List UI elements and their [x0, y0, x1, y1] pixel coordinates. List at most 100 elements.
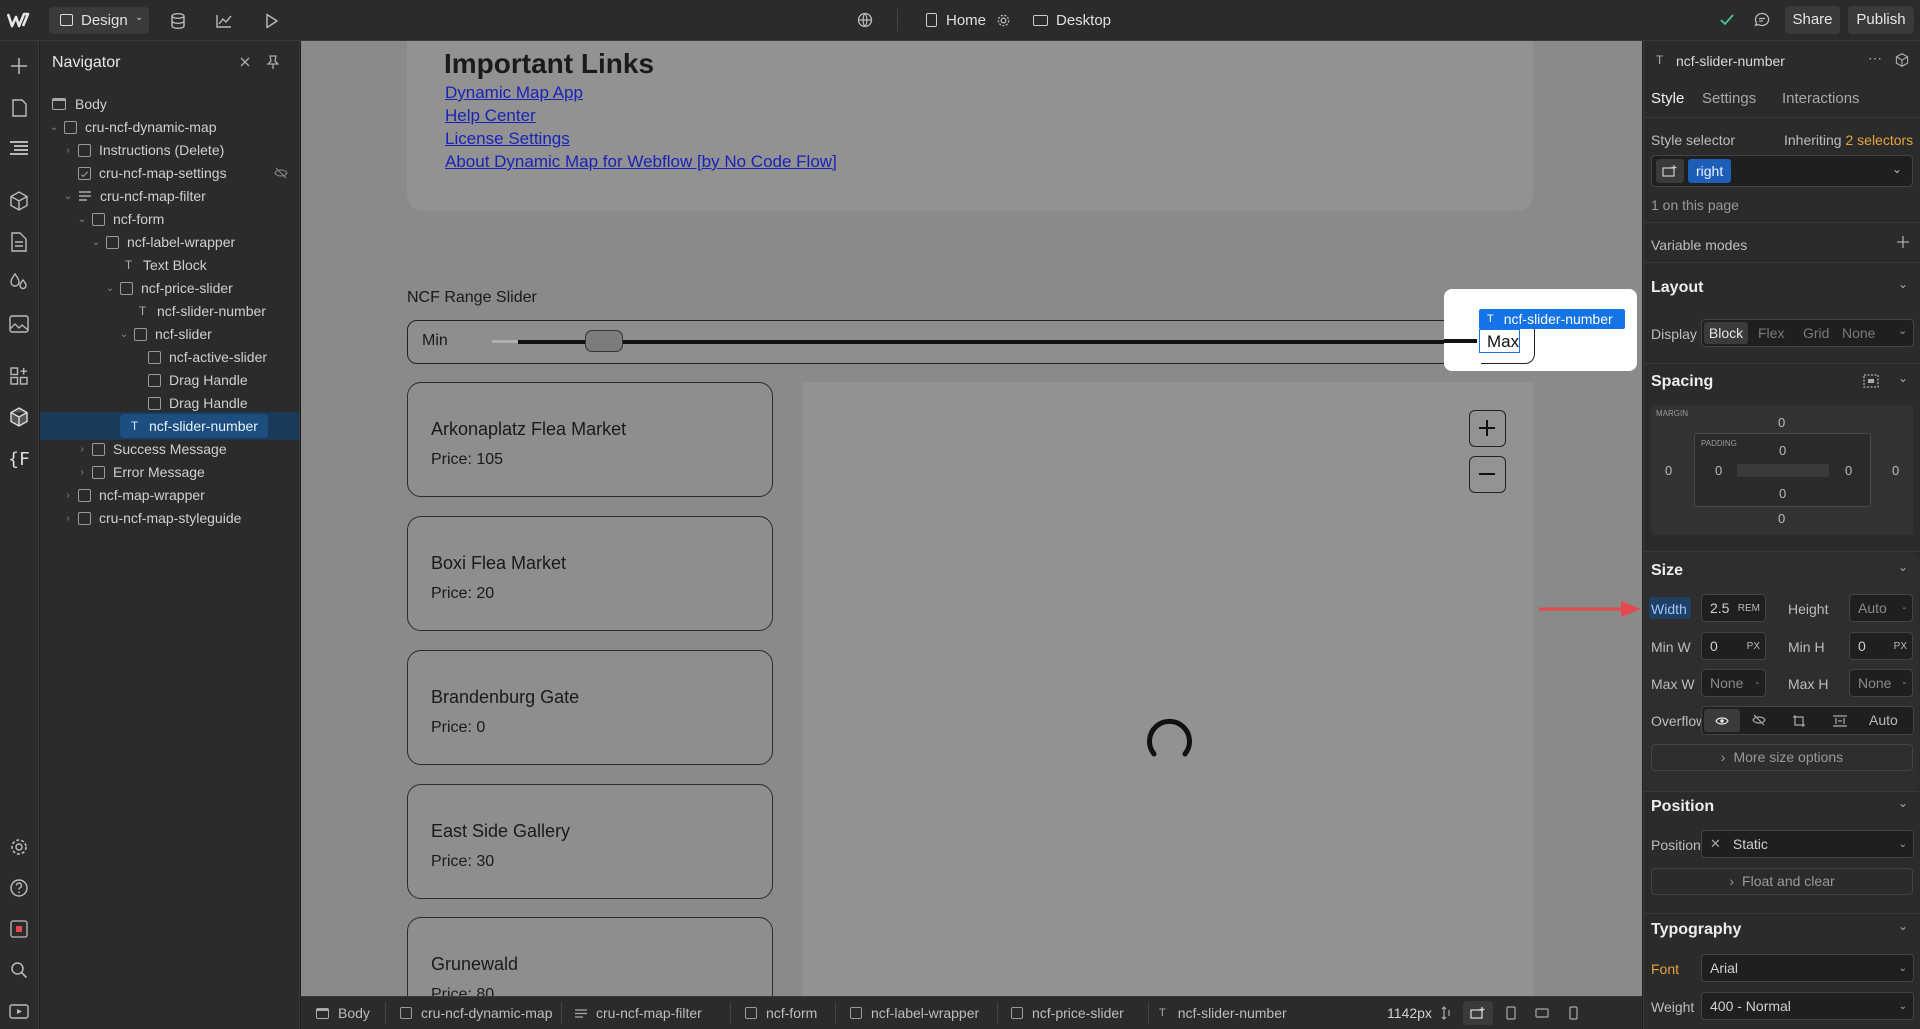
pin-icon[interactable] [264, 53, 282, 71]
float-and-clear-button[interactable]: › Float and clear [1651, 868, 1913, 895]
max-height-input[interactable]: None - [1849, 669, 1913, 697]
chevron-down-icon[interactable]: ⌄ [1898, 371, 1908, 385]
chevron-down-icon[interactable]: ⌄ [104, 283, 116, 294]
navigator-layers-icon[interactable] [8, 137, 30, 159]
libraries-cube-icon[interactable] [8, 406, 30, 428]
chevron-right-icon[interactable]: › [62, 513, 74, 524]
width-input[interactable]: 2.5 REM [1701, 594, 1766, 622]
chevron-right-icon[interactable]: › [76, 444, 88, 455]
width-unit[interactable]: REM [1738, 603, 1760, 614]
publish-button[interactable]: Publish [1848, 6, 1914, 34]
chevron-down-icon[interactable]: ⌄ [48, 122, 60, 133]
variables-icon[interactable] [8, 231, 30, 253]
overflow-clip-icon[interactable] [1832, 714, 1848, 728]
settings-gear-icon[interactable] [8, 836, 30, 858]
chevron-right-icon[interactable]: › [62, 490, 74, 501]
chevron-down-icon[interactable]: ⌄ [62, 191, 74, 202]
search-icon[interactable] [8, 959, 30, 981]
design-canvas[interactable]: Important Links Dynamic Map App Help Cen… [301, 41, 1642, 996]
chevron-down-icon[interactable]: ⌄ [118, 329, 130, 340]
margin-right-value[interactable]: 0 [1892, 463, 1899, 478]
style-drops-icon[interactable] [8, 271, 30, 293]
components-cube-icon[interactable] [1895, 53, 1909, 67]
display-grid-option[interactable]: Grid [1803, 325, 1829, 341]
location-card[interactable]: Brandenburg Gate Price: 0 [407, 650, 773, 765]
help-question-icon[interactable] [8, 877, 30, 899]
range-slider[interactable]: Min [407, 320, 1535, 364]
record-stop-icon[interactable] [8, 918, 30, 940]
spacing-preset-icon[interactable] [1862, 372, 1880, 390]
add-element-plus-icon[interactable] [8, 55, 30, 77]
components-cube-icon[interactable] [8, 190, 30, 212]
breadcrumb-ncf-label-wrapper[interactable]: ncf-label-wrapper [850, 1005, 979, 1021]
webflow-logo-icon[interactable] [6, 10, 32, 30]
width-label[interactable]: Width [1651, 601, 1687, 617]
slider-max-number[interactable]: Max [1479, 329, 1520, 353]
chevron-down-icon[interactable]: ⌄ [1898, 277, 1908, 291]
location-card[interactable]: Grunewald Price: 80 [407, 917, 773, 996]
page-settings-gear-icon[interactable] [993, 10, 1013, 30]
size-section-title[interactable]: Size [1651, 562, 1683, 580]
min-width-unit[interactable]: PX [1747, 641, 1760, 652]
chevron-down-icon[interactable]: ⌄ [1898, 796, 1908, 810]
more-size-options-button[interactable]: › More size options [1651, 744, 1913, 771]
overflow-hidden-eye-icon[interactable] [1752, 714, 1766, 726]
zoom-in-button[interactable] [1469, 410, 1506, 447]
overflow-scroll-icon[interactable] [1792, 714, 1806, 728]
location-card[interactable]: Arkonaplatz Flea Market Price: 105 [407, 382, 773, 497]
overflow-auto-option[interactable]: Auto [1869, 712, 1898, 728]
link-help-center[interactable]: Help Center [445, 106, 536, 126]
typography-section-title[interactable]: Typography [1651, 921, 1741, 939]
breakpoint-mobile-landscape-icon[interactable] [1535, 1008, 1549, 1018]
zoom-out-button[interactable] [1469, 456, 1506, 493]
cms-database-icon[interactable] [168, 11, 188, 31]
breadcrumb-cru-ncf-map-filter[interactable]: cru-ncf-map-filter [575, 1005, 702, 1021]
location-card[interactable]: Boxi Flea Market Price: 20 [407, 516, 773, 631]
tab-style[interactable]: Style [1651, 90, 1684, 107]
selector-state-icon[interactable] [1656, 159, 1684, 183]
apps-grid-icon[interactable] [8, 365, 30, 387]
min-height-input[interactable]: 0 PX [1849, 632, 1913, 660]
chevron-down-icon[interactable]: ⌄ [1892, 162, 1902, 176]
padding-bottom-value[interactable]: 0 [1779, 486, 1786, 501]
max-width-input[interactable]: None - [1701, 669, 1766, 697]
position-section-title[interactable]: Position [1651, 798, 1714, 816]
breadcrumb-cru-ncf-dynamic-map[interactable]: cru-ncf-dynamic-map [400, 1005, 552, 1021]
breadcrumb-ncf-form[interactable]: ncf-form [745, 1005, 817, 1021]
chevron-right-icon[interactable]: › [62, 145, 74, 156]
breakpoint-mobile-portrait-icon[interactable] [1569, 1006, 1578, 1020]
height-input[interactable]: Auto - [1849, 594, 1913, 622]
selector-chip[interactable]: right [1688, 159, 1732, 183]
tree-item-cru-ncf-map-styleguide[interactable]: › cru-ncf-map-styleguide [40, 504, 299, 532]
canvas-width-readout[interactable]: 1142px [1387, 1005, 1432, 1021]
layout-section-title[interactable]: Layout [1651, 279, 1703, 297]
font-select[interactable]: Arial ⌄ [1701, 954, 1914, 982]
video-tutorials-icon[interactable] [8, 999, 30, 1021]
link-about-dynamic-map[interactable]: About Dynamic Map for Webflow [by No Cod… [445, 152, 837, 172]
weight-select[interactable]: 400 - Normal ⌄ [1701, 992, 1914, 1020]
inheriting-info[interactable]: Inheriting 2 selectors [1784, 132, 1913, 148]
pages-icon[interactable] [8, 97, 30, 119]
margin-top-value[interactable]: 0 [1778, 415, 1785, 430]
chevron-down-icon[interactable]: ⌄ [76, 214, 88, 225]
padding-top-value[interactable]: 0 [1779, 443, 1786, 458]
position-select[interactable]: ✕ Static ⌄ [1701, 830, 1914, 858]
share-button[interactable]: Share [1785, 6, 1840, 34]
code-braces-icon[interactable]: {F [6, 448, 32, 470]
margin-bottom-value[interactable]: 0 [1778, 511, 1785, 526]
chevron-down-icon[interactable]: ⌄ [1898, 560, 1908, 574]
tab-interactions[interactable]: Interactions [1782, 90, 1860, 107]
analytics-chart-icon[interactable] [214, 11, 234, 31]
margin-left-value[interactable]: 0 [1665, 463, 1672, 478]
chevron-right-icon[interactable]: › [76, 467, 88, 478]
preview-play-icon[interactable] [262, 11, 282, 31]
assets-image-icon[interactable] [8, 313, 30, 335]
selector-input[interactable]: right ⌄ [1651, 155, 1913, 187]
map-container[interactable] [802, 382, 1534, 996]
link-dynamic-map-app[interactable]: Dynamic Map App [445, 83, 583, 103]
chevron-down-icon[interactable]: ⌄ [1898, 324, 1907, 337]
breakpoint-tablet-icon[interactable] [1506, 1006, 1516, 1020]
location-card[interactable]: East Side Gallery Price: 30 [407, 784, 773, 899]
tab-settings[interactable]: Settings [1702, 90, 1756, 107]
min-width-input[interactable]: 0 PX [1701, 632, 1766, 660]
